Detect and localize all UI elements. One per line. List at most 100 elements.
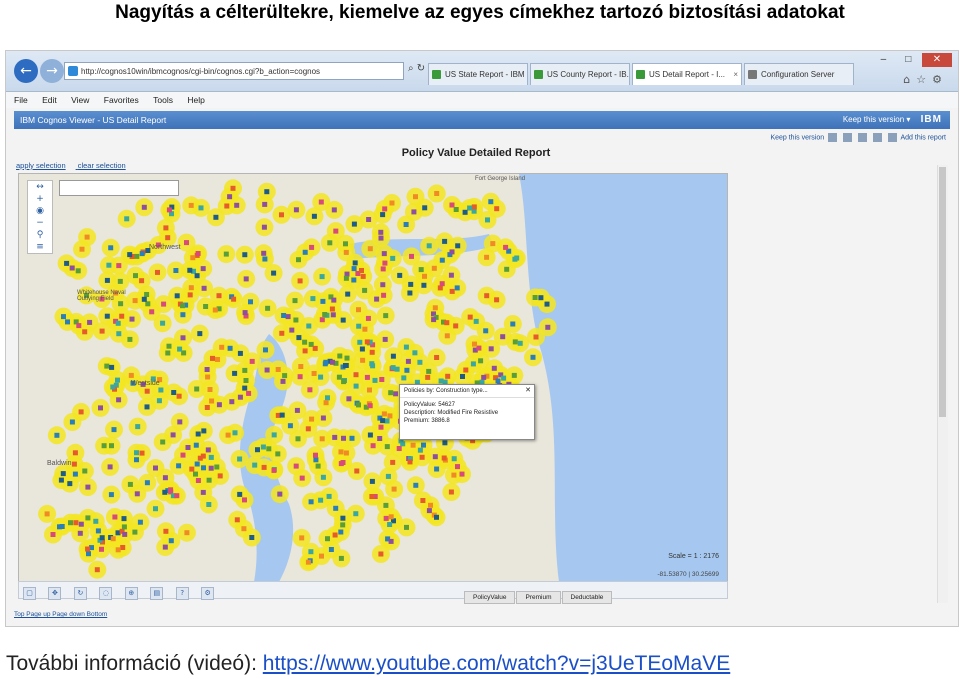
- policy-marker: [407, 459, 413, 465]
- policy-marker: [289, 327, 295, 333]
- policy-marker: [413, 194, 418, 200]
- add-report-link[interactable]: Add this report: [900, 134, 946, 141]
- menu-help[interactable]: Help: [187, 95, 204, 105]
- policy-marker: [162, 475, 168, 481]
- pan-arrows-icon[interactable]: ↔: [28, 181, 52, 193]
- tab-us-county-report[interactable]: US County Report - IB...: [530, 63, 630, 85]
- policy-marker: [219, 344, 225, 350]
- close-icon[interactable]: ×: [733, 64, 738, 85]
- measure-premium[interactable]: Premium: [516, 591, 561, 604]
- help-icon[interactable]: ?: [175, 587, 189, 600]
- vertical-scrollbar[interactable]: [937, 165, 948, 603]
- policy-marker: [483, 328, 489, 334]
- policy-marker: [453, 323, 459, 329]
- policy-marker: [171, 390, 177, 395]
- policy-marker: [343, 275, 349, 281]
- home-icon[interactable]: ⌂: [903, 73, 916, 86]
- policy-marker: [281, 313, 287, 318]
- policy-marker: [336, 374, 342, 380]
- close-icon[interactable]: ✕: [525, 385, 531, 397]
- policy-marker: [243, 378, 249, 383]
- policy-marker: [305, 559, 311, 565]
- tab-us-state-report[interactable]: US State Report - IBM ...: [428, 63, 528, 85]
- maximize-button[interactable]: □: [897, 53, 919, 67]
- zoom-box-icon[interactable]: ⊕: [124, 587, 138, 600]
- policy-marker: [93, 518, 99, 524]
- zoom-out-icon[interactable]: −: [28, 217, 52, 229]
- policy-marker: [467, 314, 473, 320]
- map-view[interactable]: ↔ + ◉ − ⚲ ≡ Northwest Whitehouse Naval O…: [18, 173, 728, 583]
- keep-version-menu[interactable]: Keep this version ▾: [843, 115, 911, 124]
- policy-marker: [71, 461, 77, 467]
- run-icon[interactable]: [828, 133, 838, 142]
- scrollbar-thumb[interactable]: [939, 167, 946, 417]
- zoom-in-icon[interactable]: +: [28, 193, 52, 205]
- policy-marker: [494, 297, 500, 303]
- chart-type-icon[interactable]: [872, 133, 882, 142]
- policy-marker: [187, 292, 193, 298]
- policy-marker: [390, 459, 396, 465]
- policy-marker: [242, 385, 248, 391]
- menu-edit[interactable]: Edit: [42, 95, 57, 105]
- search-icon[interactable]: ⌕ ↻: [408, 63, 425, 74]
- address-bar[interactable]: http://cognos10win/ibmcognos/cgi-bin/cog…: [64, 62, 404, 80]
- policy-marker: [385, 473, 391, 479]
- report-toolbar: Keep this version Add this report: [770, 133, 946, 142]
- legend-icon[interactable]: ▤: [150, 587, 164, 600]
- select-tool-icon[interactable]: ▢: [23, 587, 36, 600]
- layers-icon[interactable]: ≡: [28, 241, 52, 253]
- tab-label: US County Report - IB...: [547, 70, 630, 79]
- measure-deductable[interactable]: Deductable: [561, 591, 613, 604]
- policy-marker: [294, 407, 300, 413]
- policy-marker: [533, 334, 539, 340]
- menu-file[interactable]: File: [14, 95, 28, 105]
- export-icon[interactable]: [858, 133, 867, 142]
- minimize-button[interactable]: –: [872, 53, 894, 67]
- policy-marker: [343, 249, 349, 255]
- page-nav-links[interactable]: Top Page up Page down Bottom: [14, 611, 107, 618]
- policy-marker: [426, 243, 432, 249]
- policy-marker: [234, 517, 240, 523]
- close-window-button[interactable]: ✕: [922, 53, 952, 67]
- menu-favorites[interactable]: Favorites: [104, 95, 139, 105]
- star-icon[interactable]: ☆: [916, 73, 932, 86]
- lasso-tool-icon[interactable]: ◌: [99, 587, 113, 600]
- policy-marker: [129, 316, 135, 322]
- keep-version-link[interactable]: Keep this version: [770, 134, 824, 141]
- locate-icon[interactable]: ◉: [28, 205, 52, 217]
- measure-policyvalue[interactable]: PolicyValue: [464, 591, 516, 604]
- clear-selection-link[interactable]: clear selection: [78, 161, 126, 170]
- policy-marker: [82, 329, 88, 335]
- policy-marker: [225, 432, 231, 438]
- video-link[interactable]: https://www.youtube.com/watch?v=j3UeTEoM…: [263, 652, 730, 675]
- gear-icon[interactable]: ⚙: [932, 73, 948, 86]
- policy-marker: [484, 254, 490, 260]
- map-search-input[interactable]: [59, 180, 179, 196]
- settings-icon[interactable]: ⚙: [201, 587, 215, 600]
- streetview-icon[interactable]: ⚲: [28, 229, 52, 241]
- policy-marker: [193, 442, 199, 448]
- refresh-icon[interactable]: ↻: [73, 587, 87, 600]
- filter-icon[interactable]: [887, 133, 897, 142]
- policy-marker: [260, 444, 266, 450]
- policy-marker: [261, 464, 267, 470]
- back-icon[interactable]: ←: [14, 59, 38, 83]
- policy-marker: [420, 498, 426, 503]
- map-canvas[interactable]: [19, 174, 727, 582]
- drill-icon[interactable]: [843, 133, 853, 142]
- map-coordinates: -81.53870 | 30.25699: [657, 571, 719, 578]
- policy-marker: [382, 260, 388, 266]
- tab-us-detail-report[interactable]: US Detail Report - I... ×: [632, 63, 742, 85]
- menu-tools[interactable]: Tools: [153, 95, 173, 105]
- policy-marker: [180, 312, 186, 318]
- policy-marker: [544, 301, 550, 307]
- menu-view[interactable]: View: [71, 95, 89, 105]
- apply-selection-link[interactable]: apply selection: [16, 161, 66, 170]
- tab-configuration-server[interactable]: Configuration Server: [744, 63, 854, 85]
- policy-marker: [352, 260, 358, 266]
- policy-marker: [387, 522, 393, 527]
- forward-icon[interactable]: →: [40, 59, 64, 83]
- policy-marker: [397, 272, 403, 278]
- policy-marker: [353, 383, 359, 389]
- pan-tool-icon[interactable]: ✥: [48, 587, 62, 600]
